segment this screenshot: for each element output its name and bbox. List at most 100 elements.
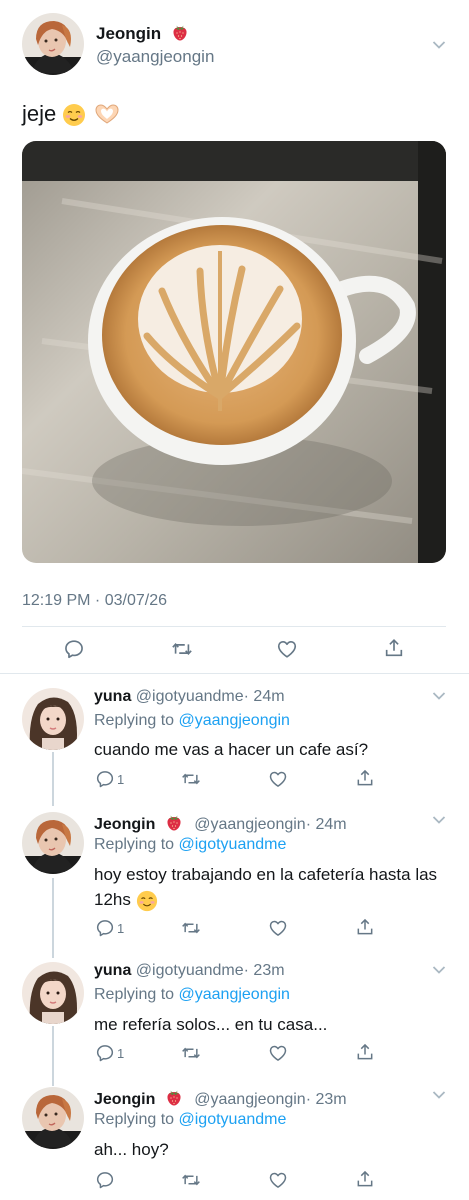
reply-button[interactable] xyxy=(95,1170,117,1190)
strawberry-icon xyxy=(170,22,190,42)
reply-count: 1 xyxy=(117,771,125,787)
retweet-button[interactable] xyxy=(181,769,201,789)
reply-author-handle[interactable]: @yaangjeongin xyxy=(194,816,305,833)
reply-time: · 24m xyxy=(305,816,347,833)
author-handle[interactable]: @yaangjeongin xyxy=(96,47,214,67)
replying-to-mention[interactable]: @igotyuandme xyxy=(179,1111,287,1128)
reply-text-row: hoy estoy trabajando en la cafetería has… xyxy=(94,862,450,912)
like-button[interactable] xyxy=(268,918,288,938)
reply-time: · 24m xyxy=(243,688,285,705)
reply-author-name[interactable]: yuna xyxy=(94,688,131,705)
smiling-emoji-icon xyxy=(62,103,86,127)
replying-to-mention[interactable]: @yaangjeongin xyxy=(179,986,290,1003)
retweet-icon[interactable] xyxy=(181,1043,201,1063)
author-name-row[interactable]: Jeongin xyxy=(96,22,190,44)
avatar[interactable] xyxy=(22,962,84,1024)
share-button[interactable] xyxy=(383,637,405,659)
share-icon[interactable] xyxy=(383,637,405,659)
reply-author-name[interactable]: Jeongin xyxy=(94,816,155,833)
reply-author-handle[interactable]: @igotyuandme xyxy=(136,962,244,979)
avatar[interactable] xyxy=(22,812,84,874)
reply-count: 1 xyxy=(117,1045,125,1061)
like-button[interactable] xyxy=(276,638,298,660)
replying-to: Replying to @yaangjeongin xyxy=(94,712,290,730)
reply-tweet[interactable]: Jeongin @yaangjeongin· 24m Replying to @… xyxy=(0,812,469,957)
replying-to: Replying to @yaangjeongin xyxy=(94,986,290,1004)
like-icon[interactable] xyxy=(268,769,288,789)
replying-to: Replying to @igotyuandme xyxy=(94,836,286,854)
section-divider xyxy=(0,673,469,674)
like-button[interactable] xyxy=(268,769,288,789)
reply-button[interactable]: 1 xyxy=(95,769,124,789)
reply-button[interactable] xyxy=(63,638,85,660)
reply-tweet[interactable]: yuna @igotyuandme· 24m Replying to @yaan… xyxy=(0,688,469,808)
reply-count: 1 xyxy=(117,920,125,936)
reply-author-name[interactable]: yuna xyxy=(94,962,131,979)
replying-to-label: Replying to xyxy=(94,986,175,1003)
tweet-text-row: jeje xyxy=(22,101,121,127)
reply-header: yuna @igotyuandme· 23m xyxy=(94,962,285,980)
retweet-icon[interactable] xyxy=(181,769,201,789)
replying-to-mention[interactable]: @yaangjeongin xyxy=(179,712,290,729)
share-icon[interactable] xyxy=(355,768,375,788)
reply-icon[interactable] xyxy=(95,769,115,789)
avatar[interactable] xyxy=(22,13,84,75)
share-button[interactable] xyxy=(355,1169,375,1189)
main-tweet: Jeongin @yaangjeongin jeje 12:19 PM · 03… xyxy=(0,0,469,672)
replying-to-mention[interactable]: @igotyuandme xyxy=(179,836,287,853)
reply-button[interactable]: 1 xyxy=(95,918,124,938)
retweet-icon[interactable] xyxy=(181,1170,201,1190)
reply-header: yuna @igotyuandme· 24m xyxy=(94,688,285,706)
reply-icon[interactable] xyxy=(95,1043,115,1063)
author-name[interactable]: Jeongin xyxy=(96,24,161,43)
like-icon[interactable] xyxy=(268,1043,288,1063)
retweet-button[interactable] xyxy=(181,918,201,938)
reply-author-handle[interactable]: @igotyuandme xyxy=(136,688,244,705)
replying-to-label: Replying to xyxy=(94,836,175,853)
chevron-down-icon[interactable] xyxy=(432,1090,446,1100)
reply-button[interactable]: 1 xyxy=(95,1043,124,1063)
reply-author-handle[interactable]: @yaangjeongin xyxy=(194,1091,305,1108)
reply-tweet[interactable]: Jeongin @yaangjeongin· 23m Replying to @… xyxy=(0,1087,469,1200)
timestamp[interactable]: 12:19 PM · 03/07/26 xyxy=(22,592,167,610)
heart-hands-emoji-icon xyxy=(94,104,119,124)
share-icon[interactable] xyxy=(355,917,375,937)
like-icon[interactable] xyxy=(276,638,298,660)
retweet-button[interactable] xyxy=(181,1170,201,1190)
share-button[interactable] xyxy=(355,1042,375,1062)
chevron-down-icon[interactable] xyxy=(432,965,446,975)
like-button[interactable] xyxy=(268,1043,288,1063)
reply-tweet[interactable]: yuna @igotyuandme· 23m Replying to @yaan… xyxy=(0,962,469,1082)
share-icon[interactable] xyxy=(355,1169,375,1189)
reply-icon[interactable] xyxy=(63,638,85,660)
smiling-emoji-icon xyxy=(136,890,158,912)
retweet-button[interactable] xyxy=(171,638,193,660)
retweet-button[interactable] xyxy=(181,1043,201,1063)
latte-photo[interactable] xyxy=(22,141,446,563)
reply-icon[interactable] xyxy=(95,1170,115,1190)
chevron-down-icon[interactable] xyxy=(432,815,446,825)
strawberry-icon xyxy=(164,812,184,832)
tweet-text: jeje xyxy=(22,101,57,126)
retweet-icon[interactable] xyxy=(181,918,201,938)
avatar[interactable] xyxy=(22,1087,84,1149)
share-button[interactable] xyxy=(355,768,375,788)
avatar[interactable] xyxy=(22,688,84,750)
chevron-down-icon[interactable] xyxy=(432,40,446,50)
share-icon[interactable] xyxy=(355,1042,375,1062)
replying-to-label: Replying to xyxy=(94,712,175,729)
strawberry-icon xyxy=(164,1087,184,1107)
reply-time: · 23m xyxy=(243,962,285,979)
like-icon[interactable] xyxy=(268,918,288,938)
divider xyxy=(22,626,446,627)
like-button[interactable] xyxy=(268,1170,288,1190)
like-icon[interactable] xyxy=(268,1170,288,1190)
reply-time: · 23m xyxy=(305,1091,347,1108)
chevron-down-icon[interactable] xyxy=(432,691,446,701)
replying-to-label: Replying to xyxy=(94,1111,175,1128)
reply-author-name[interactable]: Jeongin xyxy=(94,1091,155,1108)
share-button[interactable] xyxy=(355,917,375,937)
reply-icon[interactable] xyxy=(95,918,115,938)
reply-header: Jeongin @yaangjeongin· 23m xyxy=(94,1087,347,1109)
retweet-icon[interactable] xyxy=(171,638,193,660)
